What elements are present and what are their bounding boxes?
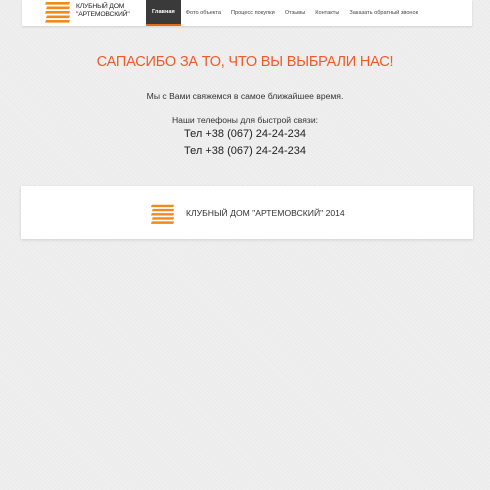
phone-number-1: Тел +38 (067) 24-24-234 [184,128,306,140]
contact-message: Мы с Вами свяжемся в самое ближайшее вре… [146,91,344,101]
logo-text[interactable]: КЛУБНЫЙ ДОМ "АРТЕМОВСКИЙ" [76,3,130,19]
footer: КЛУБНЫЙ ДОМ "АРТЕМОВСКИЙ" 2014 [21,186,473,239]
page-title: САПАСИБО ЗА ТО, ЧТО ВЫ ВЫБРАЛИ НАС! [96,54,394,70]
site-header: КЛУБНЫЙ ДОМ "АРТЕМОВСКИЙ" Главная Фото о… [22,0,472,26]
footer-logo-icon [150,204,175,224]
nav-item-photos[interactable]: Фото объекта [181,0,226,26]
nav-item-callback[interactable]: Заказать обратный звонок [344,0,423,26]
nav-item-home[interactable]: Главная [146,0,181,26]
nav-item-contacts[interactable]: Контакты [310,0,344,26]
phone-number-2: Тел +38 (067) 24-24-234 [184,145,306,157]
logo-line-2: "АРТЕМОВСКИЙ" [76,11,130,18]
main-nav: Главная Фото объекта Процесс покупки Отз… [146,0,423,26]
logo-icon[interactable] [44,1,72,23]
footer-copyright: КЛУБНЫЙ ДОМ "АРТЕМОВСКИЙ" 2014 [186,208,345,218]
nav-item-purchase-process[interactable]: Процесс покупки [226,0,280,26]
nav-item-reviews[interactable]: Отзывы [280,0,311,26]
logo-line-1: КЛУБНЫЙ ДОМ [76,3,125,10]
phones-label: Наши телефоны для быстрой связи: [171,115,319,125]
